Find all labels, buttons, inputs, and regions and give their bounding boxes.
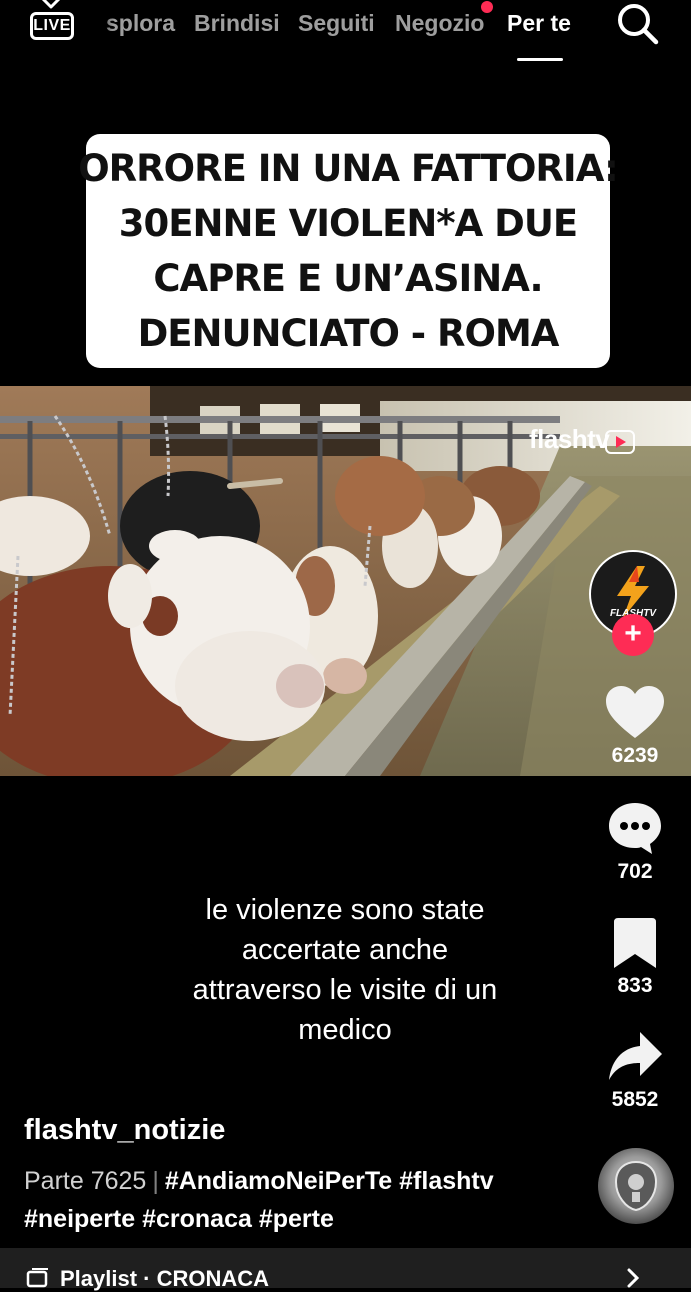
separator: |: [152, 1167, 159, 1195]
bookmark-icon: [614, 918, 656, 968]
like-button[interactable]: 6239: [597, 684, 673, 768]
tabs-fade-overlay: [84, 4, 114, 44]
plus-icon: +: [624, 617, 642, 650]
top-navigation: LIVE splora Brindisi Seguiti Negozio Per…: [0, 0, 691, 70]
video-subtitle: le violenze sono state accertate anche a…: [150, 890, 540, 1050]
tab-per-te[interactable]: Per te: [507, 6, 571, 40]
playlist-bar[interactable]: Playlist · CRONACA: [0, 1248, 691, 1291]
tab-seguiti[interactable]: Seguiti: [298, 6, 375, 40]
subtitle-line: attraverso le visite di un: [192, 974, 498, 1006]
flashtv-watermark: flashtv: [529, 424, 610, 454]
play-icon: [605, 430, 635, 454]
notification-dot: [481, 1, 493, 13]
tab-esplora[interactable]: splora: [106, 6, 175, 40]
search-icon: [618, 4, 659, 45]
search-button[interactable]: [614, 0, 662, 48]
follow-button[interactable]: +: [612, 614, 654, 656]
subtitle-line: accertate anche: [241, 934, 449, 966]
hashtags[interactable]: #neiperte #cronaca #perte: [24, 1200, 564, 1238]
crest-icon: [614, 1160, 658, 1212]
headline-line: CAPRE E UN’ASINA.: [153, 257, 543, 300]
share-count: 5852: [611, 1088, 659, 1111]
playlist-icon: [26, 1268, 48, 1288]
comment-bubble-icon: [609, 803, 661, 854]
author-username[interactable]: flashtv_notizie: [24, 1114, 225, 1147]
live-button[interactable]: LIVE: [28, 0, 80, 46]
headline-box: ORRORE IN UNA FATTORIA: 30ENNE VIOLEN*A …: [78, 134, 619, 368]
headline-line: ORRORE IN UNA FATTORIA:: [78, 147, 619, 190]
tab-negozio[interactable]: Negozio: [395, 6, 484, 40]
heart-icon: [606, 686, 664, 738]
subtitle-line: medico: [298, 1014, 392, 1046]
part-label: Parte 7625: [24, 1167, 147, 1195]
chevron-right-icon: [627, 1268, 640, 1288]
comment-button[interactable]: 702: [597, 800, 673, 884]
headline-text: ORRORE IN UNA FATTORIA: 30ENNE VIOLEN*A …: [78, 141, 619, 361]
post-description: Parte 7625 | #AndiamoNeiPerTe #flashtv #ne…: [24, 1162, 564, 1238]
share-button[interactable]: 5852: [597, 1030, 673, 1112]
video-frame[interactable]: flashtv: [0, 386, 691, 776]
bookmark-count: 833: [617, 974, 653, 997]
subtitle-line: le violenze sono state: [205, 894, 485, 926]
music-disc[interactable]: [598, 1148, 674, 1224]
active-tab-indicator: [517, 58, 563, 61]
like-count: 6239: [611, 744, 659, 767]
share-arrow-icon: [609, 1032, 662, 1080]
hashtags[interactable]: #AndiamoNeiPerTe #flashtv: [165, 1167, 494, 1195]
headline-line: DENUNCIATO - ROMA: [137, 312, 560, 355]
antenna-icon: [41, 0, 61, 9]
playlist-label: Playlist · CRONACA: [60, 1266, 270, 1291]
comment-count: 702: [617, 860, 653, 883]
tab-brindisi[interactable]: Brindisi: [194, 6, 280, 40]
headline-line: 30ENNE VIOLEN*A DUE: [118, 202, 578, 245]
bookmark-button[interactable]: 833: [597, 916, 673, 998]
live-label: LIVE: [30, 12, 74, 40]
